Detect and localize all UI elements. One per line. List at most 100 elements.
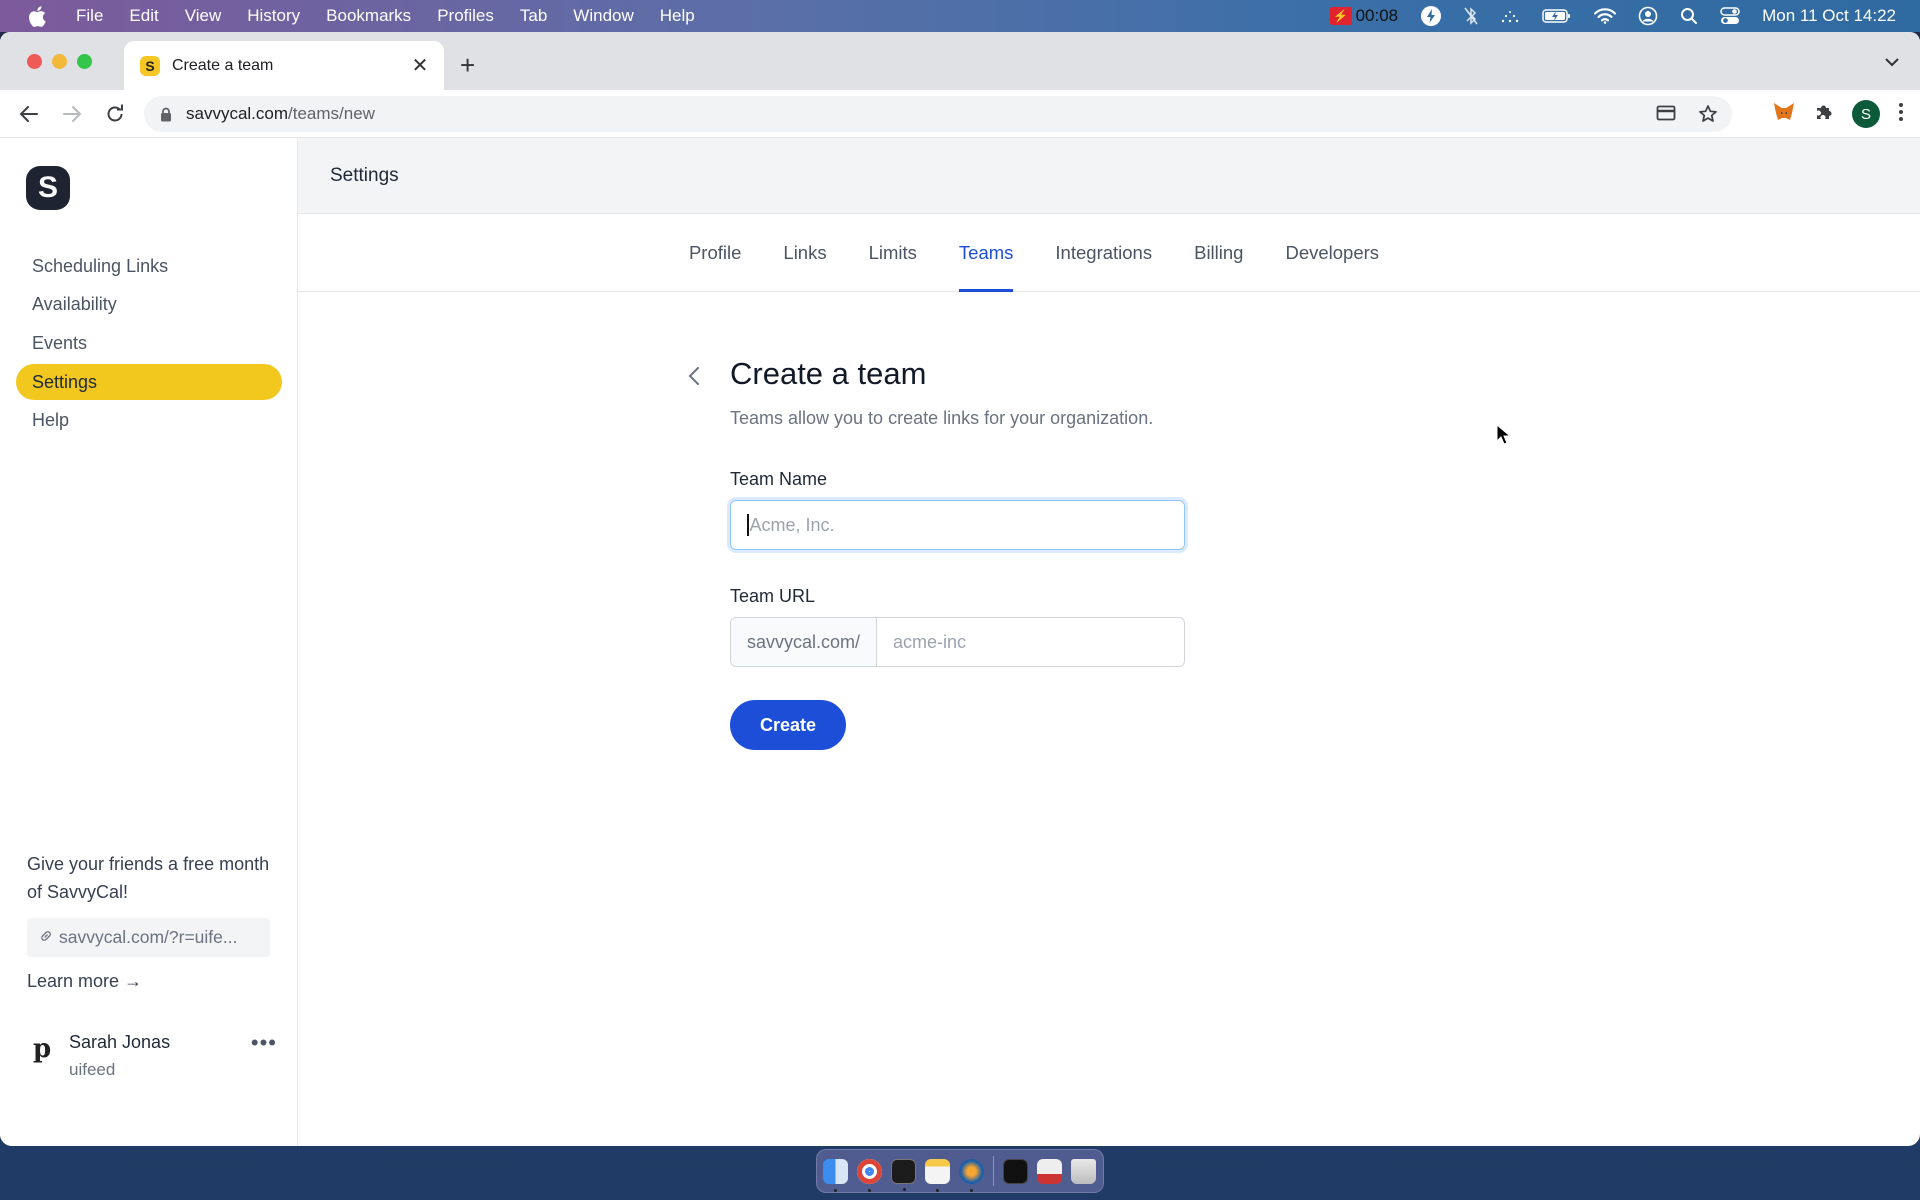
menubar-clock[interactable]: Mon 11 Oct 14:22 — [1762, 6, 1896, 26]
url-domain: savvycal.com — [186, 104, 289, 123]
bluetooth-off-icon[interactable] — [1464, 6, 1478, 26]
apple-icon[interactable] — [28, 5, 50, 27]
menu-edit[interactable]: Edit — [129, 6, 158, 26]
sidebar-item-label: Help — [32, 410, 70, 431]
chrome-menu-kebab-icon[interactable] — [1898, 102, 1904, 127]
team-name-label: Team Name — [730, 469, 828, 489]
dock-separator — [993, 1156, 994, 1186]
tab-search-chevron-icon[interactable] — [1884, 54, 1900, 72]
menu-file[interactable]: File — [76, 6, 103, 26]
menu-profiles[interactable]: Profiles — [437, 6, 494, 26]
notes-dock-icon[interactable] — [925, 1158, 950, 1192]
browser-tab-active[interactable]: S Create a team ✕ — [124, 41, 444, 90]
create-button[interactable]: Create — [730, 700, 846, 750]
bolt-app-icon[interactable] — [1420, 5, 1442, 27]
team-url-placeholder: acme-inc — [893, 631, 967, 652]
team-url-input[interactable]: acme-inc — [877, 618, 1184, 666]
chrome-profile-avatar[interactable]: S — [1852, 100, 1880, 128]
screen-recording-indicator[interactable]: ⚡ 00:08 — [1329, 6, 1399, 26]
team-name-placeholder: Acme, Inc. — [749, 514, 835, 535]
reload-icon[interactable] — [103, 102, 127, 126]
macos-dock — [816, 1149, 1104, 1193]
referral-link-field[interactable]: savvycal.com/?r=uife... — [27, 918, 270, 957]
reeder-dock-icon[interactable] — [959, 1158, 984, 1192]
back-chevron-icon[interactable] — [682, 364, 706, 388]
menu-window[interactable]: Window — [573, 6, 633, 26]
referral-promo-text: Give your friends a free month of SavvyC… — [27, 854, 270, 902]
menu-help[interactable]: Help — [660, 6, 695, 26]
forward-arrow-icon[interactable] — [60, 102, 84, 126]
sidebar-item-settings[interactable]: Settings — [16, 364, 282, 401]
tab-teams[interactable]: Teams — [958, 214, 1013, 292]
wifi-hotspot-icon[interactable] — [1500, 9, 1520, 23]
mouse-pointer-icon — [1496, 423, 1512, 451]
new-tab-button[interactable]: + — [460, 52, 475, 78]
minimize-window-button[interactable] — [52, 54, 67, 69]
sidebar-item-availability[interactable]: Availability — [16, 287, 282, 323]
form-subtitle: Teams allow you to create links for your… — [730, 408, 1154, 428]
close-tab-icon[interactable]: ✕ — [410, 56, 430, 76]
trash-dock-icon[interactable] — [1071, 1158, 1096, 1184]
recording-icon: ⚡ — [1329, 7, 1352, 25]
preview-window-dock-icon[interactable] — [1037, 1158, 1062, 1184]
spotlight-search-icon[interactable] — [1680, 7, 1698, 25]
menu-history[interactable]: History — [247, 6, 300, 26]
sidebar-item-label: Scheduling Links — [32, 255, 169, 276]
metamask-extension-icon[interactable] — [1772, 101, 1796, 128]
sidebar-item-events[interactable]: Events — [16, 325, 282, 361]
wifi-icon[interactable] — [1594, 8, 1617, 24]
user-account-icon[interactable] — [1638, 6, 1658, 26]
browser-toolbar: savvycal.com/teams/new S — [0, 90, 1920, 138]
link-icon — [39, 927, 53, 948]
referral-promo: Give your friends a free month of SavvyC… — [27, 850, 277, 992]
extensions-puzzle-icon[interactable] — [1814, 102, 1834, 127]
control-center-icon[interactable] — [1720, 6, 1740, 26]
screen-recording-dock-icon[interactable] — [1003, 1158, 1028, 1184]
team-url-label: Team URL — [730, 586, 816, 606]
battery-charging-icon[interactable] — [1542, 8, 1572, 24]
sidebar-item-scheduling-links[interactable]: Scheduling Links — [16, 248, 282, 284]
more-options-icon[interactable]: ••• — [251, 1030, 277, 1056]
close-window-button[interactable] — [27, 54, 42, 69]
sidebar-item-label: Settings — [32, 371, 98, 392]
tab-limits[interactable]: Limits — [869, 214, 917, 291]
team-name-input[interactable]: Acme, Inc. — [730, 500, 1185, 550]
bookmark-star-icon[interactable] — [1698, 104, 1718, 129]
tab-title: Create a team — [172, 56, 274, 74]
address-bar[interactable]: savvycal.com/teams/new — [144, 96, 1732, 132]
sidebar-item-help[interactable]: Help — [16, 403, 282, 439]
learn-more-link[interactable]: Learn more → — [27, 971, 277, 992]
team-url-prefix: savvycal.com/ — [731, 618, 878, 666]
create-team-form: Create a team Teams allow you to create … — [688, 356, 1230, 750]
tab-links[interactable]: Links — [783, 214, 826, 291]
back-arrow-icon[interactable] — [17, 102, 41, 126]
main-content: Settings Profile Links Limits Teams Inte… — [298, 138, 1920, 1146]
menu-tab[interactable]: Tab — [520, 6, 547, 26]
tab-developers[interactable]: Developers — [1285, 214, 1379, 291]
savvycal-favicon: S — [140, 55, 160, 76]
team-url-field: savvycal.com/ acme-inc — [730, 617, 1185, 667]
chrome-dock-icon[interactable] — [857, 1158, 882, 1192]
finder-dock-icon[interactable] — [823, 1158, 848, 1192]
tab-billing[interactable]: Billing — [1194, 214, 1243, 291]
tab-integrations[interactable]: Integrations — [1055, 214, 1152, 291]
page-title: Settings — [330, 164, 399, 186]
url-path: /teams/new — [288, 104, 375, 123]
user-handle: uifeed — [69, 1060, 116, 1079]
url-text: savvycal.com/teams/new — [186, 104, 375, 124]
referral-link-text: savvycal.com/?r=uife... — [59, 927, 238, 947]
payment-card-icon[interactable] — [1656, 104, 1676, 129]
terminal-dock-icon[interactable] — [891, 1158, 916, 1191]
maximize-window-button[interactable] — [77, 54, 92, 69]
menu-view[interactable]: View — [185, 6, 222, 26]
settings-tabs: Profile Links Limits Teams Integrations … — [298, 214, 1920, 292]
macos-menu-bar: Chrome File Edit View History Bookmarks … — [0, 0, 1920, 125]
text-caret — [747, 514, 749, 536]
savvycal-logo[interactable]: S — [26, 166, 70, 210]
recording-time: 00:08 — [1355, 6, 1399, 25]
user-account[interactable]: p Sarah Jonas uifeed ••• — [27, 1026, 277, 1086]
menu-bookmarks[interactable]: Bookmarks — [326, 6, 411, 26]
sidebar-item-label: Availability — [32, 294, 117, 315]
tab-profile[interactable]: Profile — [689, 214, 741, 291]
lock-icon[interactable] — [160, 107, 172, 122]
